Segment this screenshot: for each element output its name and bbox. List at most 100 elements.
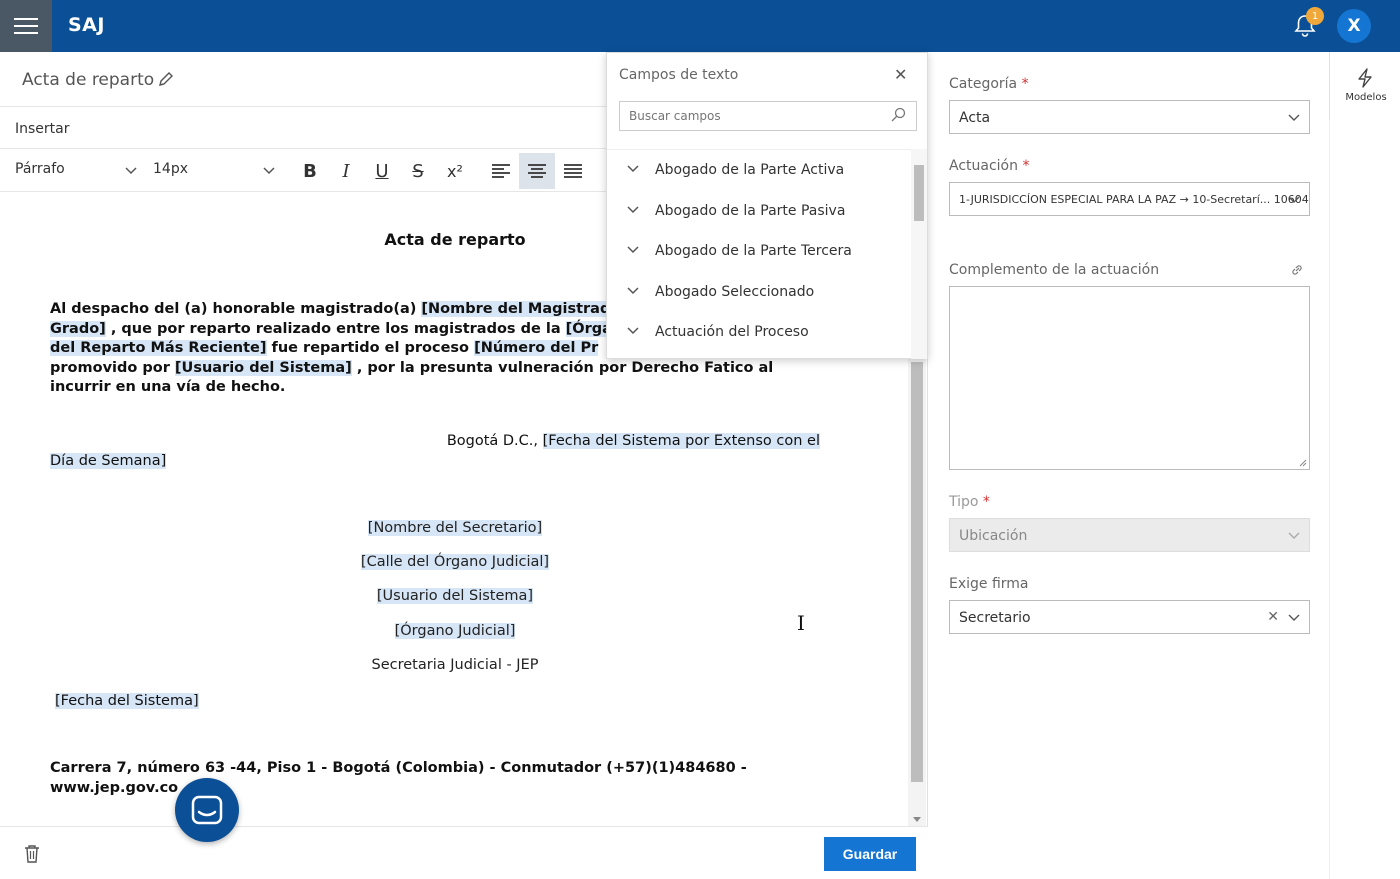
- city-text: Bogotá D.C.,: [446, 433, 543, 449]
- align-justify-button[interactable]: [555, 153, 591, 189]
- actuacion-value: 1-JURISDICCÍON ESPECIAL PARA LA PAZ → 10…: [959, 193, 1310, 206]
- signature-line: [Nombre del Secretario]: [0, 520, 908, 536]
- categoria-label: Categoría *: [949, 76, 1029, 92]
- footer-line: Carrera 7, número 63 -44, Piso 1 - Bogot…: [50, 760, 747, 776]
- search-icon[interactable]: [890, 107, 906, 123]
- chevron-down-icon: [627, 206, 639, 214]
- text-cursor-icon: I: [797, 611, 805, 635]
- strikethrough-button[interactable]: S: [400, 153, 436, 189]
- list-item[interactable]: Abogado de la Parte Pasiva: [607, 191, 913, 231]
- properties-form: Categoría * Acta Actuación * 1-JURISDICC…: [928, 52, 1330, 879]
- field-placeholder[interactable]: [Fecha del Sistema]: [55, 693, 199, 709]
- field-placeholder[interactable]: [Número del Pr: [474, 340, 599, 356]
- list-item[interactable]: Abogado de la Parte Tercera: [607, 231, 913, 271]
- paragraph-text: , por la presunta vulneración por Derech…: [351, 359, 774, 376]
- align-left-icon: [492, 164, 510, 178]
- paragraph-text: fue repartido el proceso: [266, 340, 475, 356]
- list-item[interactable]: Actuación del Proceso: [607, 312, 913, 352]
- chat-widget-button[interactable]: [175, 778, 239, 842]
- scroll-down-arrow[interactable]: [913, 817, 921, 822]
- city-date-paragraph: Bogotá D.C., [Fecha del Sistema por Exte…: [50, 432, 820, 471]
- field-placeholder[interactable]: [Órgano Judicial]: [394, 623, 516, 639]
- insert-menu[interactable]: Insertar: [15, 121, 70, 137]
- underline-button[interactable]: U: [364, 153, 400, 189]
- text-fields-list: Abogado de la Parte Activa Abogado de la…: [607, 149, 913, 359]
- categoria-select[interactable]: Acta: [949, 100, 1310, 134]
- document-title: Acta de reparto: [22, 70, 155, 90]
- font-size-select[interactable]: 14px: [153, 161, 188, 177]
- list-item-label: Actuación del Proceso: [655, 324, 809, 340]
- scrollbar-thumb[interactable]: [914, 165, 924, 221]
- app-title: SAJ: [68, 14, 105, 36]
- text-fields-panel: Campos de texto ✕ Abogado de la Parte Ac…: [606, 52, 928, 359]
- hamburger-menu-button[interactable]: [0, 0, 52, 52]
- scrollbar-thumb[interactable]: [911, 362, 923, 782]
- chevron-down-icon: [627, 246, 639, 254]
- save-button[interactable]: Guardar: [824, 837, 916, 871]
- field-placeholder[interactable]: Grado]: [50, 320, 106, 337]
- superscript-button[interactable]: x²: [437, 153, 473, 189]
- modelos-sidebar[interactable]: Modelos: [1330, 52, 1400, 879]
- exige-firma-select[interactable]: Secretario ✕: [949, 600, 1310, 634]
- paragraph-text: promovido por: [50, 359, 175, 376]
- paragraph-text: Al despacho del (a) honorable magistrado…: [50, 301, 422, 317]
- tipo-label: Tipo *: [949, 494, 990, 510]
- notification-badge: 1: [1306, 7, 1324, 25]
- text-fields-scrollbar[interactable]: [911, 149, 927, 359]
- chevron-down-icon: [627, 165, 639, 173]
- list-item[interactable]: Abogado Seleccionado: [607, 272, 913, 312]
- pencil-icon[interactable]: [157, 70, 175, 88]
- field-placeholder[interactable]: [Nombre del Secretario]: [367, 520, 543, 536]
- align-center-button[interactable]: [519, 153, 555, 189]
- bold-button[interactable]: B: [292, 153, 328, 189]
- exige-firma-value: Secretario: [959, 610, 1031, 626]
- trash-icon[interactable]: [24, 845, 40, 863]
- modelos-label: Modelos: [1345, 92, 1387, 103]
- italic-button[interactable]: I: [328, 153, 364, 189]
- list-item-label: Abogado de la Parte Pasiva: [655, 203, 846, 219]
- panel-divider: [1302, 120, 1330, 879]
- list-item[interactable]: Abogado de la Parte Activa: [607, 150, 913, 190]
- field-placeholder[interactable]: del Reparto Más Reciente]: [50, 340, 267, 356]
- chevron-down-icon[interactable]: [125, 167, 137, 175]
- align-center-icon: [528, 164, 546, 178]
- list-item-label: Abogado de la Parte Tercera: [655, 243, 852, 259]
- align-left-button[interactable]: [483, 153, 519, 189]
- avatar[interactable]: X: [1337, 9, 1371, 43]
- paragraph-text: , que por reparto realizado entre los ma…: [105, 320, 566, 337]
- field-placeholder[interactable]: [Usuario del Sistema]: [174, 359, 352, 376]
- chat-icon: [191, 795, 223, 825]
- chevron-down-icon: [627, 327, 639, 335]
- exige-firma-label: Exige firma: [949, 576, 1029, 592]
- tipo-select: Ubicación: [949, 518, 1310, 552]
- list-item-label: Abogado de la Parte Activa: [655, 162, 845, 178]
- signature-static: Secretaria Judicial - JEP: [371, 657, 539, 673]
- field-placeholder[interactable]: [Calle del Órgano Judicial]: [360, 554, 550, 570]
- paragraph-style-select[interactable]: Párrafo: [15, 161, 65, 177]
- chevron-down-icon: [627, 287, 639, 295]
- clear-icon[interactable]: ✕: [1267, 609, 1279, 625]
- search-fields-input[interactable]: [619, 101, 917, 131]
- actuacion-label: Actuación *: [949, 158, 1030, 174]
- chevron-down-icon[interactable]: [263, 167, 275, 175]
- actuacion-select[interactable]: 1-JURISDICCÍON ESPECIAL PARA LA PAZ → 10…: [949, 182, 1310, 216]
- tipo-value: Ubicación: [959, 528, 1028, 544]
- chevron-down-icon: [1288, 614, 1300, 621]
- align-justify-icon: [564, 164, 582, 178]
- complemento-label: Complemento de la actuación: [949, 262, 1160, 278]
- chevron-down-icon: [1288, 114, 1300, 121]
- close-icon[interactable]: ✕: [894, 65, 907, 84]
- date-line: [Fecha del Sistema]: [55, 692, 825, 712]
- lightning-icon: [1358, 68, 1372, 88]
- top-bar: SAJ 1 X: [0, 0, 1400, 52]
- chevron-down-icon: [1288, 196, 1300, 203]
- chevron-down-icon: [1288, 532, 1300, 539]
- footer-line: www.jep.gov.co: [50, 779, 179, 796]
- signature-line: [Órgano Judicial]: [0, 623, 908, 639]
- field-placeholder[interactable]: [Usuario del Sistema]: [376, 588, 534, 604]
- categoria-value: Acta: [959, 110, 991, 126]
- field-placeholder[interactable]: Día de Semana]: [50, 452, 167, 469]
- complemento-textarea[interactable]: [949, 286, 1310, 470]
- field-placeholder[interactable]: [Fecha del Sistema por Extenso con el: [542, 433, 820, 449]
- footer-address: Carrera 7, número 63 -44, Piso 1 - Bogot…: [50, 759, 820, 798]
